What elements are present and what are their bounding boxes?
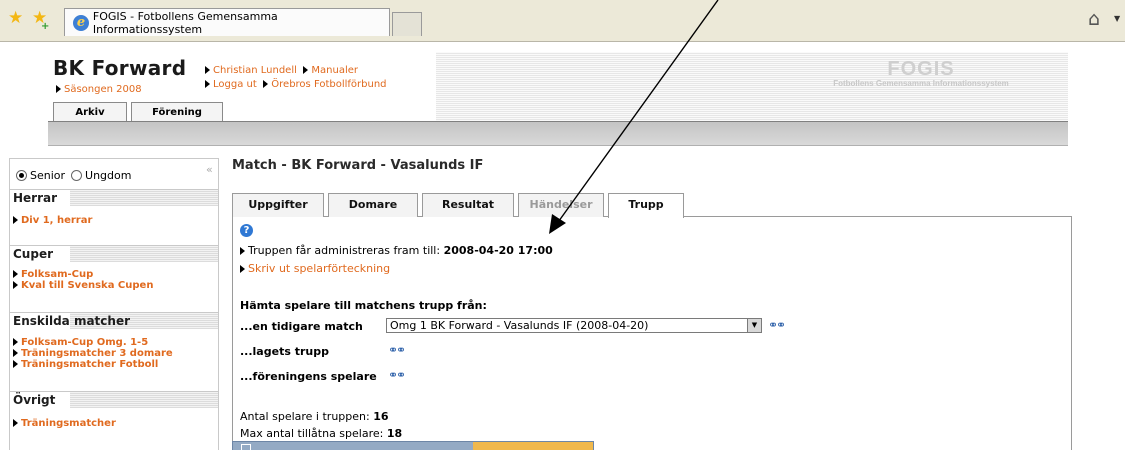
club-name: BK Forward [53,56,187,80]
logo-subtitle: Fotbollens Gemensamma Informationssystem [833,79,1009,88]
arrow-right-icon [263,80,269,88]
season-link[interactable]: Säsongen 2008 [64,84,142,95]
user-link[interactable]: Christian Lundell [213,65,297,76]
arrow-right-icon [13,419,18,427]
arrow-right-icon [13,270,18,278]
max-players-value: 18 [386,427,403,440]
new-tab-button[interactable] [392,12,422,36]
header-submenu-bar [48,122,1068,146]
fetch-previous-label: ...en tidigare match [240,320,363,333]
sidebar-item-kval-svenska-cupen[interactable]: Kval till Svenska Cupen [13,280,153,291]
tab-domare[interactable]: Domare [328,193,418,217]
print-player-list-link[interactable]: Skriv ut spelarförteckning [248,262,390,275]
logout-link[interactable]: Logga ut [213,79,257,90]
previous-match-select[interactable]: Omg 1 BK Forward - Vasalunds IF (2008-04… [386,318,762,333]
browser-tab-active[interactable]: e FOGIS - Fotbollens Gemensamma Informat… [64,8,390,36]
binoculars-club-icon[interactable]: ⚭⚭ [388,368,406,382]
header-links: Christian Lundell Manualer Logga ut Öreb… [205,63,387,91]
arrow-right-icon [13,216,18,224]
chevron-down-icon[interactable]: ▼ [747,319,761,332]
arrow-right-icon [13,338,18,346]
logo-title: FOGIS [887,58,955,80]
binoculars-team-icon[interactable]: ⚭⚭ [388,343,406,357]
sidebar-item-traningsmatcher[interactable]: Träningsmatcher [13,418,116,429]
federation-link[interactable]: Örebros Fotbollförbund [271,79,386,90]
sidebar-item-traningsmatcher-3-domare[interactable]: Träningsmatcher 3 domare [13,348,173,359]
site-header: BK Forward Säsongen 2008 Christian Lunde… [48,52,1068,148]
tab-trupp[interactable]: Trupp [608,193,684,218]
max-players: Max antal tillåtna spelare: 18 [240,427,403,440]
browser-tab-bar: ★ ★ + e FOGIS - Fotbollens Gemensamma Inf… [0,0,1125,42]
browser-tab-title: FOGIS - Fotbollens Gemensamma Informatio… [92,9,278,36]
favorites-star-icon[interactable]: ★ [8,10,23,27]
sidebar-item-div1-herrar[interactable]: Div 1, herrar [13,215,92,226]
radio-youth-label: Ungdom [85,169,132,182]
tab-handelser: Händelser [518,193,604,217]
sidebar-section-ovrigt: Övrigt [10,391,218,408]
fetch-club-label: ...föreningens spelare [240,370,377,383]
binoculars-search-icon[interactable]: ⚭⚭ [768,318,786,332]
print-player-list[interactable]: Skriv ut spelarförteckning [240,262,390,275]
arrow-right-icon [240,265,245,273]
fogis-logo: FOGIS Fotbollens Gemensamma Informations… [816,58,1026,88]
player-count-value: 16 [373,410,389,423]
arrow-right-icon [56,85,61,93]
arrow-right-icon [240,247,245,255]
tab-resultat[interactable]: Resultat [422,193,514,217]
sidebar-section-enskilda-matcher: Enskilda matcher [10,312,218,329]
fetch-heading: Hämta spelare till matchens trupp från: [240,299,487,312]
arrow-right-icon [205,80,210,88]
sidebar-item-folksam-cup[interactable]: Folksam-Cup [13,269,93,280]
tab-forening[interactable]: Förening [131,102,223,122]
arrow-right-icon [13,281,18,289]
admin-deadline-text: Truppen får administreras fram till: 200… [240,244,553,257]
sidebar-section-herrar: Herrar [10,189,218,206]
home-icon[interactable]: ⌂ [1088,8,1100,30]
sidebar-section-cuper: Cuper [10,245,218,262]
manuals-link[interactable]: Manualer [311,65,358,76]
radio-senior-label: Senior [30,169,66,182]
player-table-header [232,441,594,450]
select-all-checkbox[interactable] [241,444,251,450]
arrow-right-icon [13,360,18,368]
arrow-right-icon [303,66,309,74]
ie-page-icon: e [73,14,89,31]
help-icon[interactable]: ? [240,224,253,237]
home-dropdown-icon[interactable]: ▼ [1114,14,1120,23]
sidebar-item-folksam-cup-omg[interactable]: Folksam-Cup Omg. 1-5 [13,337,148,348]
tab-uppgifter[interactable]: Uppgifter [232,193,324,217]
collapse-sidebar-icon[interactable]: « [206,163,213,176]
admin-deadline-value: 2008-04-20 17:00 [443,244,553,257]
page-title: Match - BK Forward - Vasalunds IF [232,158,484,173]
sidebar-item-traningsmatcher-fotboll[interactable]: Träningsmatcher Fotboll [13,359,158,370]
age-group-selector: Senior Ungdom [16,169,131,182]
radio-youth[interactable] [71,170,83,181]
fetch-team-label: ...lagets trupp [240,345,329,358]
add-favorite-icon[interactable]: ★ + [32,10,49,33]
sidebar: Senior Ungdom « Herrar Div 1, herrar Cup… [9,158,219,450]
radio-senior[interactable] [16,170,27,181]
arrow-right-icon [205,66,210,74]
tab-arkiv[interactable]: Arkiv [53,102,127,122]
previous-match-selected-value: Omg 1 BK Forward - Vasalunds IF (2008-04… [390,319,649,332]
arrow-right-icon [13,349,18,357]
player-count: Antal spelare i truppen: 16 [240,410,389,423]
